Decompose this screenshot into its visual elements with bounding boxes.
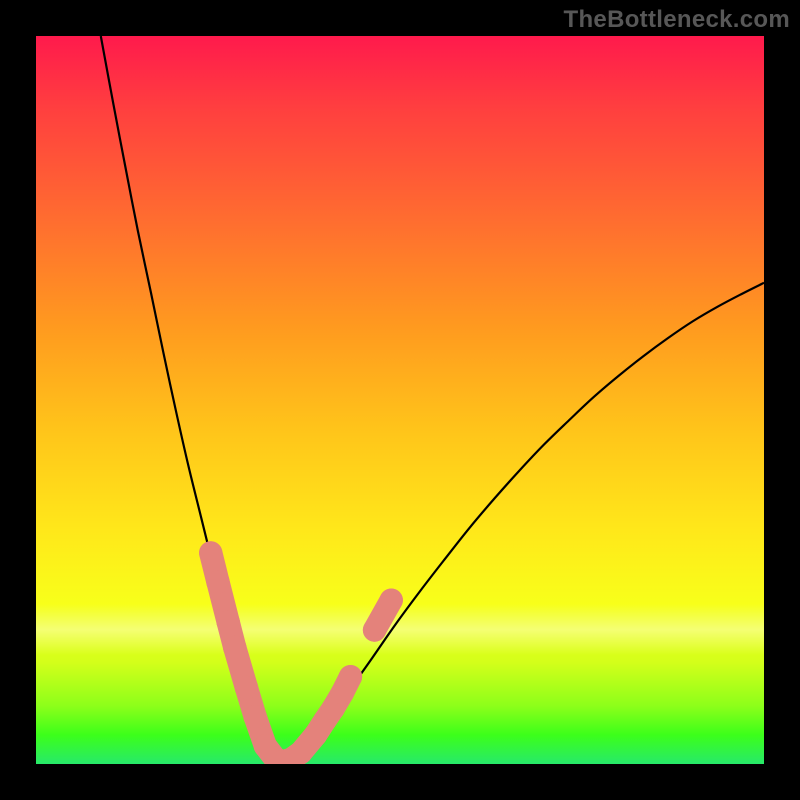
chart-container: TheBottleneck.com	[0, 0, 800, 800]
marker-dot	[223, 636, 246, 659]
bottleneck-curve	[101, 36, 764, 764]
curve-group	[101, 36, 764, 764]
marker-dot	[363, 618, 386, 641]
plot-area	[36, 36, 764, 764]
chart-svg	[36, 36, 764, 764]
marker-dot	[217, 610, 240, 633]
markers-group	[199, 541, 403, 764]
marker-dot	[339, 665, 362, 688]
marker-dot	[235, 676, 258, 699]
marker-dot	[380, 589, 403, 612]
marker-dot	[206, 570, 229, 593]
marker-dot	[199, 541, 222, 564]
marker-dot	[243, 705, 266, 728]
watermark-text: TheBottleneck.com	[564, 6, 790, 34]
